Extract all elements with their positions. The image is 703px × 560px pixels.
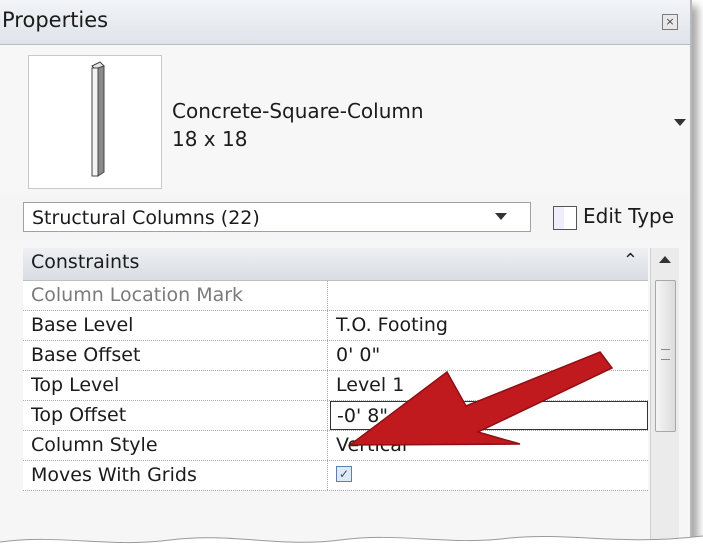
column-icon [91, 61, 105, 177]
properties-panel: Properties × Concrete-Square-Column 18 x… [0, 0, 692, 552]
top-offset-input[interactable]: -0' 8" [330, 401, 648, 430]
filter-label: Structural Columns (22) [32, 207, 260, 229]
property-name: Base Level [23, 311, 328, 340]
property-row[interactable]: Base Offset 0' 0" [23, 341, 648, 371]
property-value[interactable] [330, 281, 648, 310]
torn-edge [0, 535, 703, 560]
category-filter-dropdown[interactable]: Structural Columns (22) [23, 202, 531, 232]
property-value[interactable]: Level 1 [330, 371, 648, 400]
grip-icon [661, 349, 670, 360]
panel-title: Properties [2, 8, 109, 32]
property-row[interactable]: Column Location Mark [23, 281, 648, 311]
column-preview-image [28, 55, 162, 189]
property-name: Column Location Mark [23, 281, 328, 310]
property-value[interactable]: 0' 0" [330, 341, 648, 370]
property-value[interactable]: T.O. Footing [330, 311, 648, 340]
edit-type-icon [553, 205, 577, 230]
type-size: 18 x 18 [172, 127, 248, 151]
property-row[interactable]: Top Level Level 1 [23, 371, 648, 401]
scrollbar-thumb[interactable] [655, 280, 676, 432]
close-icon[interactable]: × [662, 14, 678, 30]
title-bar[interactable]: Properties × [0, 0, 690, 45]
property-row[interactable]: Column Style Vertical [23, 431, 648, 461]
property-value[interactable]: Vertical [330, 431, 648, 460]
vertical-scrollbar[interactable] [650, 248, 679, 546]
scroll-up-icon[interactable] [659, 256, 671, 263]
category-label: Constraints [31, 251, 140, 273]
property-name: Column Style [23, 431, 328, 460]
edit-type-button[interactable]: Edit Type [553, 200, 674, 232]
property-name: Top Offset [23, 401, 328, 430]
collapse-icon[interactable]: ⌃ [623, 250, 638, 271]
property-value[interactable]: ✓ [330, 461, 648, 490]
type-name: Concrete-Square-Column 18 x 18 [172, 97, 424, 153]
instance-filter-row: Structural Columns (22) Edit Type [0, 196, 690, 240]
category-header-constraints[interactable]: Constraints ⌃ [23, 248, 648, 281]
chevron-down-icon[interactable] [495, 213, 507, 220]
property-row[interactable]: Top Offset -0' 8" [23, 401, 648, 431]
property-row[interactable]: Moves With Grids ✓ [23, 461, 648, 491]
type-selector[interactable]: Concrete-Square-Column 18 x 18 [0, 45, 690, 193]
property-name: Top Level [23, 371, 328, 400]
property-row[interactable]: Base Level T.O. Footing [23, 311, 648, 341]
property-name: Moves With Grids [23, 461, 328, 490]
chevron-down-icon[interactable] [674, 119, 686, 126]
properties-grid: Constraints ⌃ Column Location Mark Base … [23, 248, 648, 491]
moves-with-grids-checkbox[interactable]: ✓ [336, 466, 352, 482]
family-name: Concrete-Square-Column [172, 99, 424, 123]
edit-type-label: Edit Type [583, 204, 675, 228]
property-name: Base Offset [23, 341, 328, 370]
